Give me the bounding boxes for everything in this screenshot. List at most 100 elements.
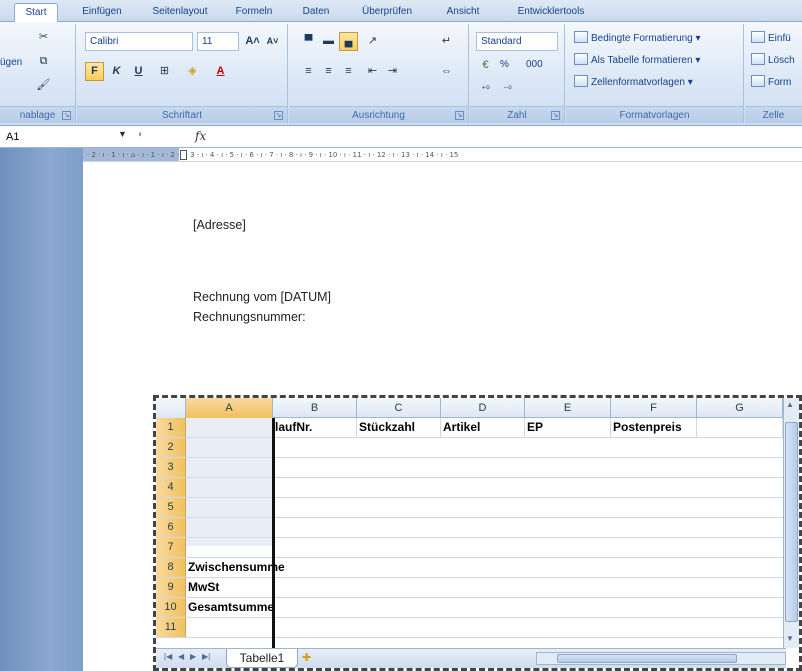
cell-f1[interactable]: Postenpreis: [611, 418, 697, 437]
column-header-f[interactable]: F: [611, 398, 697, 418]
sheet-tab-tabelle1[interactable]: Tabelle1: [226, 649, 298, 668]
cell-g1[interactable]: [697, 418, 783, 437]
row-header[interactable]: 6: [156, 518, 186, 537]
row-header[interactable]: 3: [156, 458, 186, 477]
column-header-e[interactable]: E: [525, 398, 611, 418]
invoice-date-line[interactable]: Rechnung vom [DATUM]: [193, 290, 331, 304]
row-header[interactable]: 2: [156, 438, 186, 457]
align-bottom-icon[interactable]: ▄: [339, 32, 358, 51]
cell-a1[interactable]: [186, 418, 273, 437]
insert-cells-button[interactable]: Einfü: [751, 30, 791, 48]
horizontal-scrollbar[interactable]: [536, 652, 786, 665]
cell-c1[interactable]: Stückzahl: [357, 418, 441, 437]
paste-label[interactable]: ügen: [0, 54, 22, 72]
tab-ueberpruefen[interactable]: Überprüfen: [352, 3, 422, 22]
embedded-spreadsheet[interactable]: A B C D E F G 1 laufNr. Stückzahl Artike…: [153, 395, 802, 671]
cell-e1[interactable]: EP: [525, 418, 611, 437]
cell-a10[interactable]: Gesamtsumme: [186, 598, 386, 617]
wrap-text-icon[interactable]: ↵: [437, 32, 456, 51]
percent-button[interactable]: %: [500, 56, 509, 74]
align-top-icon[interactable]: ▀: [299, 32, 318, 51]
row-header[interactable]: 10: [156, 598, 186, 617]
copy-icon[interactable]: ⧉: [34, 52, 53, 71]
align-middle-icon[interactable]: ▬: [319, 32, 338, 51]
increase-indent-icon[interactable]: ⇥: [383, 62, 402, 81]
alignment-launcher-icon[interactable]: ↘: [455, 111, 464, 120]
scroll-up-icon[interactable]: ▲: [786, 400, 794, 409]
italic-button[interactable]: K: [107, 62, 126, 81]
column-header-d[interactable]: D: [441, 398, 525, 418]
font-color-icon[interactable]: A: [211, 62, 230, 81]
font-size-field[interactable]: 11: [197, 32, 239, 51]
merge-center-icon[interactable]: ⇔: [437, 62, 456, 81]
tab-seitenlayout[interactable]: Seitenlayout: [146, 3, 214, 22]
name-box[interactable]: A1: [6, 129, 114, 145]
bold-button[interactable]: F: [85, 62, 104, 81]
row-header[interactable]: 4: [156, 478, 186, 497]
vertical-scroll-thumb[interactable]: [785, 422, 798, 622]
insert-sheet-icon[interactable]: ✚: [302, 651, 311, 664]
font-launcher-icon[interactable]: ↘: [274, 111, 283, 120]
cell-styles-button[interactable]: Zellenformatvorlagen ▾: [574, 74, 693, 92]
row-header[interactable]: 8: [156, 558, 186, 577]
orientation-icon[interactable]: ↗: [363, 32, 382, 51]
row-header[interactable]: 7: [156, 538, 186, 557]
tab-ansicht[interactable]: Ansicht: [438, 3, 488, 22]
prev-sheet-icon[interactable]: ◀: [178, 652, 184, 661]
row-header[interactable]: 1: [156, 418, 186, 437]
cut-icon[interactable]: ✂: [34, 28, 53, 47]
align-center-icon[interactable]: ≡: [319, 62, 338, 81]
row-header[interactable]: 11: [156, 618, 186, 637]
cell-a9[interactable]: MwSt: [186, 578, 386, 597]
fill-color-icon[interactable]: ◈: [183, 62, 202, 81]
format-cells-button[interactable]: Form: [751, 74, 791, 92]
tab-einfuegen[interactable]: Einfügen: [74, 3, 130, 22]
increase-decimal-icon[interactable]: ⁺⁰: [476, 80, 495, 99]
column-header-g[interactable]: G: [697, 398, 783, 418]
last-sheet-icon[interactable]: ▶|: [202, 652, 210, 661]
decrease-decimal-icon[interactable]: ⁻⁰: [498, 80, 517, 99]
scroll-down-icon[interactable]: ▼: [786, 634, 794, 643]
align-left-icon[interactable]: ≡: [299, 62, 318, 81]
row-header[interactable]: 5: [156, 498, 186, 517]
border-icon[interactable]: ⊞: [155, 62, 174, 81]
indent-marker-icon[interactable]: [180, 150, 187, 160]
invoice-number-line[interactable]: Rechnungsnummer:: [193, 310, 306, 324]
column-header-c[interactable]: C: [357, 398, 441, 418]
cell-a8[interactable]: Zwischensumme: [186, 558, 386, 577]
vertical-scrollbar[interactable]: ▲ ▼: [783, 398, 799, 648]
shrink-font-icon[interactable]: A˅: [263, 32, 282, 51]
tab-daten[interactable]: Daten: [296, 3, 336, 22]
cell-d1[interactable]: Artikel: [441, 418, 525, 437]
chevron-down-icon[interactable]: ▼: [118, 129, 127, 139]
first-sheet-icon[interactable]: |◀: [164, 652, 172, 661]
row-header[interactable]: 9: [156, 578, 186, 597]
tab-formeln[interactable]: Formeln: [228, 3, 280, 22]
delete-cells-button[interactable]: Lösch: [751, 52, 795, 70]
align-right-icon[interactable]: ≡: [339, 62, 358, 81]
address-placeholder[interactable]: [Adresse]: [193, 218, 246, 232]
column-resize-handle[interactable]: [272, 418, 275, 664]
currency-icon[interactable]: €: [476, 56, 495, 75]
format-painter-icon[interactable]: 🖌: [34, 76, 53, 95]
grow-font-icon[interactable]: A˄: [243, 32, 262, 51]
tab-start[interactable]: Start: [14, 3, 58, 23]
insert-function-button[interactable]: fx: [195, 129, 206, 143]
number-format-field[interactable]: Standard: [476, 32, 558, 51]
thousands-button[interactable]: 000: [526, 56, 543, 74]
horizontal-scroll-thumb[interactable]: [557, 654, 737, 663]
column-header-a[interactable]: A: [186, 398, 273, 418]
cell-b1[interactable]: laufNr.: [273, 418, 357, 437]
clipboard-launcher-icon[interactable]: ↘: [62, 111, 71, 120]
format-as-table-button[interactable]: Als Tabelle formatieren ▾: [574, 52, 700, 70]
tab-entwicklertools[interactable]: Entwicklertools: [506, 3, 596, 22]
column-header-b[interactable]: B: [273, 398, 357, 418]
select-all-corner[interactable]: [156, 398, 186, 418]
number-launcher-icon[interactable]: ↘: [551, 111, 560, 120]
decrease-indent-icon[interactable]: ⇤: [363, 62, 382, 81]
next-sheet-icon[interactable]: ▶: [190, 652, 196, 661]
font-name-field[interactable]: Calibri: [85, 32, 193, 51]
cancel-icon[interactable]: ◐: [138, 129, 144, 140]
conditional-formatting-button[interactable]: Bedingte Formatierung ▾: [574, 30, 701, 48]
underline-button[interactable]: U: [129, 62, 148, 81]
